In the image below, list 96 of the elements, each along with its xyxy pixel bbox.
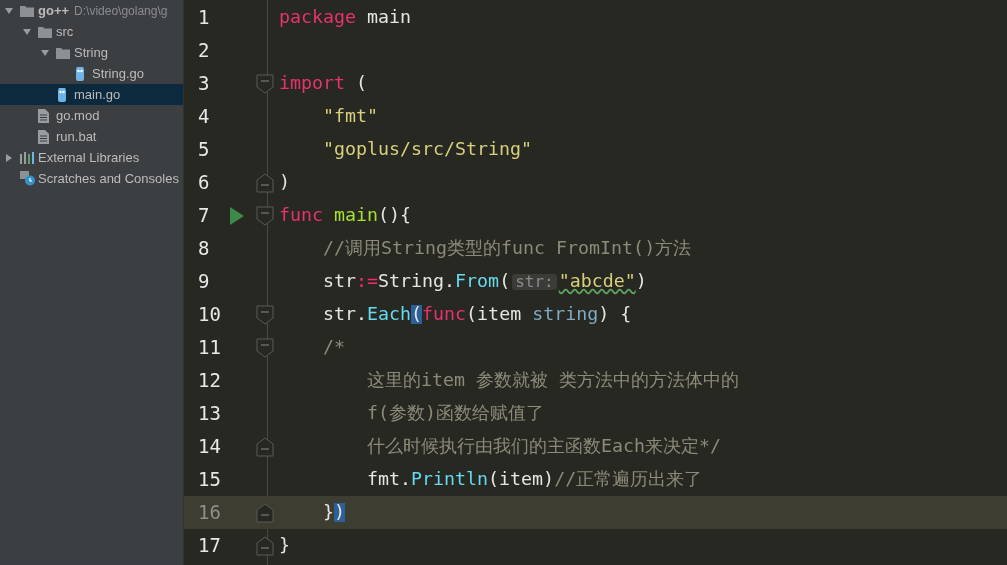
code-token: } [323, 503, 334, 522]
text-file-icon [38, 108, 49, 123]
fold-end-icon[interactable] [255, 172, 274, 193]
matched-bracket: ) [334, 503, 346, 522]
tree-item[interactable]: String [0, 42, 183, 63]
code-token: main [366, 8, 412, 27]
code-token: "goplus/src/String" [323, 140, 533, 159]
line-number: 17 [197, 533, 222, 559]
expanded-arrow-icon[interactable] [40, 47, 50, 58]
folder-icon [56, 46, 70, 59]
gopher-file-icon [74, 66, 86, 81]
tree-item[interactable]: main.go [0, 84, 183, 105]
line-number: 6 [197, 170, 211, 196]
fold-start-icon[interactable] [255, 337, 274, 358]
code-token: (){ [378, 206, 412, 225]
code-token: String. [378, 272, 456, 291]
code-token: 这里的item 参数就被 类方法中的方法体中的 [367, 371, 740, 390]
code-token: fmt. [367, 470, 412, 489]
collapsed-arrow-icon[interactable] [4, 152, 14, 163]
code-token: f(参数)函数给赋值了 [367, 404, 545, 423]
tree-item[interactable]: Scratches and Consoles [0, 168, 183, 189]
code-token: /* [323, 338, 345, 357]
code-token: //调用String类型的func FromInt()方法 [323, 239, 692, 258]
expanded-arrow-icon[interactable] [4, 5, 14, 16]
fold-start-icon[interactable] [255, 304, 274, 325]
code-token: func [279, 206, 324, 225]
code-token: main [333, 206, 379, 225]
code-token: "fmt" [323, 107, 379, 126]
line-number: 5 [197, 137, 211, 163]
line-number: 15 [197, 467, 222, 493]
item-path: D:\video\golang\g [74, 2, 168, 20]
line-number: 9 [197, 269, 211, 295]
code-token: string [532, 305, 599, 324]
matched-bracket: ( [411, 305, 423, 324]
line-number: 13 [197, 401, 222, 427]
code-token: (item) [488, 470, 555, 489]
line-number: 10 [197, 302, 222, 328]
code-token: import [279, 74, 346, 93]
folder-icon [38, 25, 52, 38]
item-label: src [56, 22, 74, 41]
item-label: run.bat [56, 127, 97, 146]
code-token: "abcde" [558, 272, 636, 291]
line-number: 12 [197, 368, 222, 394]
text-file-icon [38, 129, 49, 144]
item-label: Scratches and Consoles [38, 169, 179, 188]
code-token: } [279, 536, 290, 555]
code-token: //正常遍历出来了 [554, 470, 703, 489]
item-label: go++ [38, 1, 70, 20]
library-bars-icon [20, 151, 35, 164]
expanded-arrow-icon[interactable] [22, 26, 32, 37]
line-number: 8 [197, 236, 211, 262]
parameter-hint: str: [512, 274, 557, 291]
line-number: 16 [197, 500, 222, 526]
code-token: ) [279, 173, 290, 192]
item-label: go.mod [56, 106, 100, 125]
tree-item[interactable]: go.mod [0, 105, 183, 126]
code-token: Println [411, 470, 489, 489]
tree-item[interactable]: External Libraries [0, 147, 183, 168]
code-token: (item [466, 305, 523, 324]
code-token: package [279, 8, 357, 27]
line-number: 14 [197, 434, 222, 460]
item-label: main.go [74, 85, 121, 104]
code-editor[interactable] [184, 0, 1007, 565]
code-token: := [356, 272, 379, 291]
item-label: String [74, 43, 108, 62]
scratch-clock-icon [20, 171, 36, 186]
line-number: 1 [197, 5, 211, 31]
folder-icon [20, 4, 34, 17]
tree-item[interactable]: src [0, 21, 183, 42]
line-number: 11 [197, 335, 222, 361]
fold-start-icon[interactable] [255, 73, 274, 94]
code-token: ( [499, 272, 511, 291]
item-label: External Libraries [38, 148, 140, 167]
fold-end-icon[interactable] [255, 436, 274, 457]
fold-start-icon[interactable] [255, 205, 274, 226]
code-token: ) [635, 272, 647, 291]
code-token: str [323, 272, 357, 291]
line-number: 3 [197, 71, 211, 97]
run-icon[interactable] [229, 205, 245, 226]
code-token: 什么时候执行由我们的主函数Each来决定*/ [367, 437, 722, 456]
line-number: 7 [197, 203, 211, 229]
tree-item[interactable]: run.bat [0, 126, 183, 147]
gopher-file-icon [56, 87, 68, 102]
code-token: From [455, 272, 500, 291]
code-token: Each [367, 305, 412, 324]
fold-end-icon[interactable] [255, 535, 274, 556]
line-number: 4 [197, 104, 211, 130]
fold-end-icon[interactable] [255, 502, 274, 523]
code-token: ) { [598, 305, 632, 324]
item-label: String.go [92, 64, 145, 83]
line-number: 2 [197, 38, 211, 64]
code-token: str. [323, 305, 368, 324]
tree-item[interactable]: String.go [0, 63, 183, 84]
code-token: func [422, 305, 467, 324]
tree-item[interactable]: go++ D:\video\golang\g [0, 0, 183, 21]
code-token: ( [355, 74, 368, 93]
